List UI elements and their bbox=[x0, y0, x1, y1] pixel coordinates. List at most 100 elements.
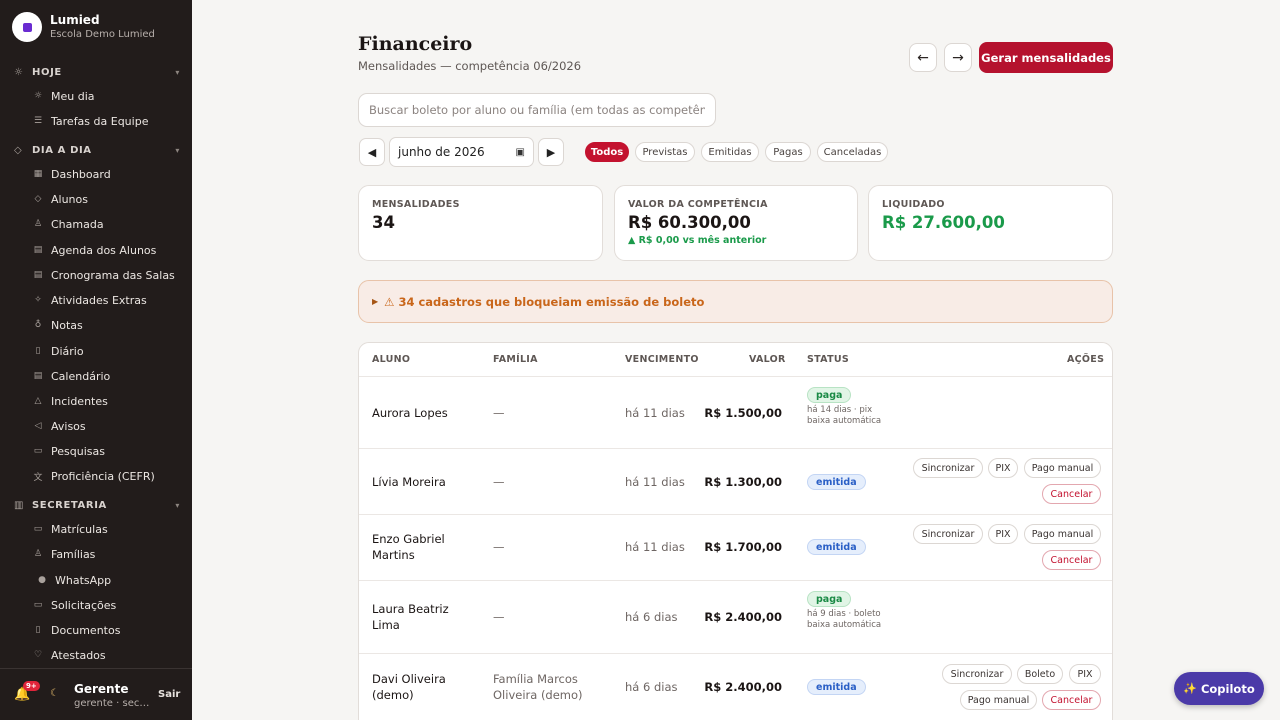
column-header-aluno[interactable]: ALUNO bbox=[372, 354, 410, 365]
calendar-icon[interactable]: ▣ bbox=[516, 147, 525, 158]
chat-icon: ● bbox=[38, 575, 46, 585]
sidebar-item-notas[interactable]: ♁ Notas bbox=[32, 316, 182, 334]
section-secretaria[interactable]: ▥ SECRETARIA ▾ bbox=[14, 498, 180, 512]
sidebar-item-agenda[interactable]: ▤ Agenda dos Alunos bbox=[32, 241, 182, 259]
filter-todos[interactable]: Todos bbox=[585, 142, 629, 162]
search-input[interactable] bbox=[358, 93, 716, 127]
filter-canceladas[interactable]: Canceladas bbox=[817, 142, 888, 162]
chevron-down-icon: ▾ bbox=[175, 67, 180, 77]
sync-button[interactable]: Sincronizar bbox=[942, 664, 1012, 684]
chevron-down-icon: ▾ bbox=[175, 500, 180, 510]
graduation-cap-icon: ◇ bbox=[14, 144, 23, 156]
checklist-icon: ☰ bbox=[33, 116, 43, 126]
student-name[interactable]: Enzo Gabriel Martins bbox=[372, 531, 472, 563]
sidebar-item-pesquisas[interactable]: ▭ Pesquisas bbox=[32, 442, 182, 460]
month-picker[interactable]: junho de 2026 ▣ bbox=[389, 137, 534, 167]
pix-button[interactable]: PIX bbox=[988, 524, 1018, 544]
arrow-left-icon: ← bbox=[917, 49, 929, 66]
sync-button[interactable]: Sincronizar bbox=[913, 458, 983, 478]
user-name[interactable]: Gerente bbox=[74, 682, 128, 696]
sidebar-item-whatsapp[interactable]: ● WhatsApp bbox=[36, 571, 186, 589]
sidebar-item-familias[interactable]: ♙ Famílias bbox=[32, 545, 182, 563]
month-prev-button[interactable]: ◀ bbox=[359, 138, 385, 166]
amount: R$ 2.400,00 bbox=[704, 680, 782, 694]
sidebar-item-meu-dia[interactable]: ☼ Meu dia bbox=[32, 87, 182, 105]
filter-previstas[interactable]: Previstas bbox=[635, 142, 695, 162]
grid-icon: ▦ bbox=[33, 169, 43, 179]
table-row: Aurora Lopes — há 11 dias R$ 1.500,00 pa… bbox=[359, 377, 1112, 449]
column-header-vencimento[interactable]: VENCIMENTO bbox=[625, 354, 699, 365]
stethoscope-icon: ♡ bbox=[33, 650, 43, 660]
status-badge: paga bbox=[807, 591, 852, 607]
sidebar-footer: 🔔 9+ ☾ Gerente gerente · secretaria Sair bbox=[0, 668, 192, 720]
copilot-button[interactable]: ✨ Copiloto bbox=[1174, 672, 1264, 705]
manual-payment-button[interactable]: Pago manual bbox=[1024, 458, 1101, 478]
sparkle-icon: ✨ bbox=[1183, 682, 1197, 695]
cancel-button[interactable]: Cancelar bbox=[1042, 484, 1101, 504]
amount: R$ 1.300,00 bbox=[704, 475, 782, 489]
kpi-valor-competencia: VALOR DA COMPETÊNCIA R$ 60.300,00 ▲ R$ 0… bbox=[614, 185, 858, 261]
sidebar-item-proficiencia[interactable]: 文 Proficiência (CEFR) bbox=[32, 467, 182, 485]
kpi-mensalidades: MENSALIDADES 34 bbox=[358, 185, 603, 261]
boleto-button[interactable]: Boleto bbox=[1017, 664, 1063, 684]
pix-button[interactable]: PIX bbox=[1069, 664, 1101, 684]
status-badge: emitida bbox=[807, 679, 866, 695]
column-header-familia[interactable]: FAMÍLIA bbox=[493, 354, 538, 365]
kpi-liquidado: LIQUIDADO R$ 27.600,00 bbox=[868, 185, 1113, 261]
message-icon: ▭ bbox=[33, 600, 43, 610]
due-date: há 11 dias bbox=[625, 475, 685, 489]
brand[interactable]: Lumied Escola Demo Lumied bbox=[12, 12, 155, 42]
pix-button[interactable]: PIX bbox=[988, 458, 1018, 478]
building-icon: ▥ bbox=[14, 499, 25, 511]
moon-icon[interactable]: ☾ bbox=[50, 688, 59, 699]
book-icon: ▯ bbox=[35, 346, 41, 356]
sidebar-item-tarefas[interactable]: ☰ Tarefas da Equipe bbox=[32, 112, 182, 130]
brand-mark-icon bbox=[22, 22, 32, 32]
sidebar-item-chamada[interactable]: ♙ Chamada bbox=[32, 215, 182, 233]
calendar-icon: ▤ bbox=[33, 245, 43, 255]
student-name[interactable]: Davi Oliveira (demo) bbox=[372, 671, 472, 703]
blocked-registrations-alert[interactable]: ▶ ⚠ 34 cadastros que bloqueiam emissão d… bbox=[358, 280, 1113, 323]
sidebar-item-alunos[interactable]: ◇ Alunos bbox=[32, 190, 182, 208]
month-next-button[interactable]: ▶ bbox=[538, 138, 564, 166]
sync-button[interactable]: Sincronizar bbox=[913, 524, 983, 544]
cancel-button[interactable]: Cancelar bbox=[1042, 550, 1101, 570]
generate-tuition-button[interactable]: Gerar mensalidades bbox=[979, 42, 1113, 73]
column-header-valor[interactable]: VALOR bbox=[749, 354, 786, 365]
sidebar-item-dashboard[interactable]: ▦ Dashboard bbox=[32, 165, 182, 183]
filter-emitidas[interactable]: Emitidas bbox=[701, 142, 759, 162]
table-row: Laura Beatriz Lima — há 6 dias R$ 2.400,… bbox=[359, 581, 1112, 654]
cancel-button[interactable]: Cancelar bbox=[1042, 690, 1101, 710]
kpi-value: R$ 27.600,00 bbox=[882, 213, 1005, 232]
sparkle-icon: ✧ bbox=[34, 295, 42, 305]
sidebar-item-documentos[interactable]: ▯ Documentos bbox=[32, 621, 182, 639]
sidebar-item-matriculas[interactable]: ▭ Matrículas bbox=[32, 520, 182, 538]
previous-period-button[interactable]: ← bbox=[909, 43, 937, 72]
sidebar-item-solicitacoes[interactable]: ▭ Solicitações bbox=[32, 596, 182, 614]
school-name: Escola Demo Lumied bbox=[50, 29, 155, 40]
section-dia-a-dia[interactable]: ◇ DIA A DIA ▾ bbox=[14, 143, 180, 157]
expand-triangle-icon: ▶ bbox=[372, 297, 379, 306]
manual-payment-button[interactable]: Pago manual bbox=[960, 690, 1037, 710]
student-name[interactable]: Lívia Moreira bbox=[372, 474, 446, 490]
filter-pagas[interactable]: Pagas bbox=[765, 142, 811, 162]
status-badge: emitida bbox=[807, 474, 866, 490]
page-title: Financeiro bbox=[358, 33, 473, 55]
section-hoje[interactable]: ☼ HOJE ▾ bbox=[14, 65, 180, 79]
next-period-button[interactable]: → bbox=[944, 43, 972, 72]
student-name[interactable]: Aurora Lopes bbox=[372, 405, 448, 421]
family-name[interactable]: Família Marcos Oliveira (demo) bbox=[493, 671, 613, 703]
sidebar-item-cronograma[interactable]: ▤ Cronograma das Salas bbox=[32, 266, 182, 284]
sidebar-item-calendario[interactable]: ▤ Calendário bbox=[32, 367, 182, 385]
triangle-right-icon: ▶ bbox=[546, 145, 556, 159]
sidebar-item-atividades[interactable]: ✧ Atividades Extras bbox=[32, 291, 182, 309]
clipboard-icon: ▭ bbox=[33, 446, 43, 456]
sidebar-item-incidentes[interactable]: △ Incidentes bbox=[32, 392, 182, 410]
sidebar-item-avisos[interactable]: ◁ Avisos bbox=[32, 417, 182, 435]
manual-payment-button[interactable]: Pago manual bbox=[1024, 524, 1101, 544]
column-header-status[interactable]: STATUS bbox=[807, 354, 849, 365]
logout-button[interactable]: Sair bbox=[158, 689, 180, 700]
student-name[interactable]: Laura Beatriz Lima bbox=[372, 601, 472, 633]
sidebar-item-atestados[interactable]: ♡ Atestados bbox=[32, 646, 182, 664]
sidebar-item-diario[interactable]: ▯ Diário bbox=[32, 342, 182, 360]
